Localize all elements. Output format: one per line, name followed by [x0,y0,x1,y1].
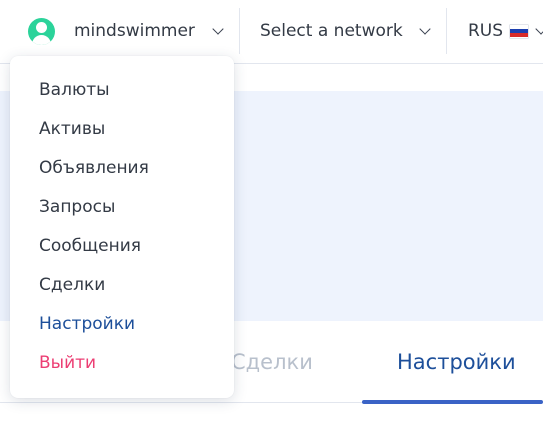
header-divider [446,8,447,54]
chevron-down-icon [419,22,431,35]
tab-deals[interactable]: Сделки [231,350,313,374]
user-menu-toggle[interactable]: mindswimmer [22,9,224,53]
flag-stripe-red [510,33,529,38]
user-avatar-icon [28,17,55,45]
chevron-down-icon [212,22,224,35]
menu-item-currencies[interactable]: Валюты [39,80,110,100]
language-label: RUS [468,21,504,41]
tab-settings[interactable]: Настройки [397,350,516,374]
user-dropdown-menu: Валюты Активы Объявления Запросы Сообщен… [10,56,234,398]
menu-item-listings[interactable]: Объявления [39,158,149,178]
username-label: mindswimmer [74,21,195,41]
menu-item-messages[interactable]: Сообщения [39,236,141,256]
menu-item-requests[interactable]: Запросы [39,197,115,217]
header-divider [239,8,240,54]
menu-item-assets[interactable]: Активы [39,119,105,139]
top-header: mindswimmer Select a network RUS [0,0,543,64]
menu-item-settings[interactable]: Настройки [39,314,135,334]
menu-item-deals[interactable]: Сделки [39,275,105,295]
network-select[interactable]: Select a network [260,9,431,53]
active-tab-indicator [362,400,543,404]
language-select[interactable]: RUS [468,9,543,53]
network-select-label: Select a network [260,21,403,41]
chevron-down-icon [535,22,543,35]
russia-flag-icon [510,24,529,38]
menu-item-logout[interactable]: Выйти [39,353,96,373]
